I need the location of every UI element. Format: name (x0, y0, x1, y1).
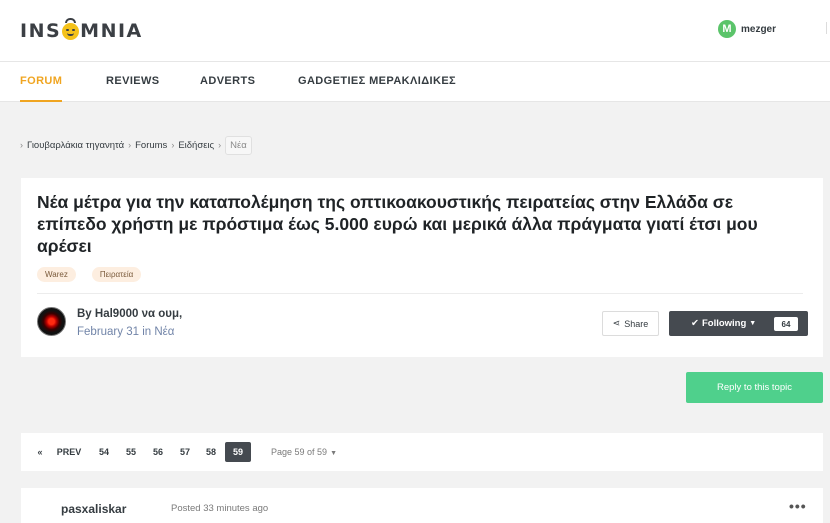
logo-text-end: MNIA (80, 20, 143, 42)
chevron-right-icon: › (218, 140, 222, 150)
topic-header-card: Νέα μέτρα για την καταπολέμηση της οπτικ… (21, 178, 823, 357)
page-jump-dropdown[interactable]: Page 59 of 59 ▼ (271, 442, 337, 462)
logo-text-start: INS (20, 20, 62, 42)
prev-page-button[interactable]: PREV (55, 442, 83, 462)
breadcrumb-current[interactable]: Νέα (225, 135, 252, 155)
reply-to-topic-button[interactable]: Reply to this topic (686, 372, 823, 403)
following-button[interactable]: ✔ Following ▼ 64 (669, 311, 808, 336)
page-54[interactable]: 54 (92, 442, 116, 462)
user-name[interactable]: mezger (741, 24, 776, 35)
topic-date: February 31 (77, 326, 140, 338)
logo-face-icon (62, 17, 80, 40)
post: pasxaliskar Posted 33 minutes ago ••• (21, 488, 823, 523)
chevron-right-icon: › (128, 140, 132, 150)
following-label: Following (701, 318, 747, 329)
tag-piracy[interactable]: Πειρατεία (91, 267, 142, 282)
author-link[interactable]: Hal9000 να ουμ, (95, 308, 182, 320)
share-button[interactable]: ⋖ Share (602, 311, 659, 336)
date-in: in (139, 326, 155, 338)
tag-warez[interactable]: Warez (37, 267, 76, 282)
share-label: Share (624, 318, 649, 329)
topic-title: Νέα μέτρα για την καταπολέμηση της οπτικ… (37, 192, 758, 256)
chevron-right-icon: › (171, 140, 175, 150)
more-options-icon[interactable]: ••• (789, 498, 807, 514)
forum-link[interactable]: Νέα (154, 326, 174, 338)
page-59-current[interactable]: 59 (225, 442, 251, 462)
first-page-icon[interactable]: « (33, 442, 47, 462)
nav-gadgets[interactable]: GADGETΙΕΣ ΜΕΡΑΚΛΙΔΙΚΕΣ (298, 62, 456, 102)
breadcrumb-item-home[interactable]: Γιουβαρλάκια τηγανητά (27, 140, 124, 151)
share-icon: ⋖ (612, 318, 621, 328)
caret-down-icon: ▼ (330, 450, 337, 457)
page-55[interactable]: 55 (119, 442, 143, 462)
page-info: Page 59 of 59 (271, 447, 328, 457)
breadcrumb-item-news[interactable]: Ειδήσεις (178, 140, 214, 151)
nav-adverts[interactable]: ADVERTS (200, 62, 255, 102)
site-header: INS MNIA M mezger (0, 0, 830, 62)
divider (37, 293, 803, 294)
user-menu[interactable]: M mezger (718, 20, 776, 38)
topic-author-line: By Hal9000 να ουμ, (77, 308, 182, 320)
nav-reviews[interactable]: REVIEWS (106, 62, 160, 102)
author-prefix: By (77, 308, 95, 320)
post-time: Posted 33 minutes ago (171, 503, 269, 514)
user-avatar[interactable]: M (718, 20, 736, 38)
chevron-right-icon: › (20, 140, 23, 150)
page-57[interactable]: 57 (173, 442, 197, 462)
check-icon: ✔ (691, 318, 699, 329)
topic-date-line: February 31 in Νέα (77, 326, 174, 338)
page-56[interactable]: 56 (146, 442, 170, 462)
author-avatar[interactable] (37, 307, 66, 336)
breadcrumb-item-forums[interactable]: Forums (135, 140, 167, 151)
breadcrumb: › Γιουβαρλάκια τηγανητά › Forums › Ειδήσ… (20, 135, 252, 155)
main-nav: FORUM REVIEWS ADVERTS GADGETΙΕΣ ΜΕΡΑΚΛΙΔ… (0, 62, 830, 102)
page-58[interactable]: 58 (199, 442, 223, 462)
caret-down-icon: ▼ (749, 320, 757, 327)
followers-count[interactable]: 64 (774, 317, 798, 331)
post-author[interactable]: pasxaliskar (61, 502, 126, 516)
site-logo[interactable]: INS MNIA (20, 17, 143, 42)
header-divider (826, 22, 827, 34)
pagination: « PREV 54 55 56 57 58 59 Page 59 of 59 ▼ (21, 433, 823, 471)
topic-tags: Warez Πειρατεία (37, 267, 142, 282)
nav-forum[interactable]: FORUM (20, 62, 63, 102)
